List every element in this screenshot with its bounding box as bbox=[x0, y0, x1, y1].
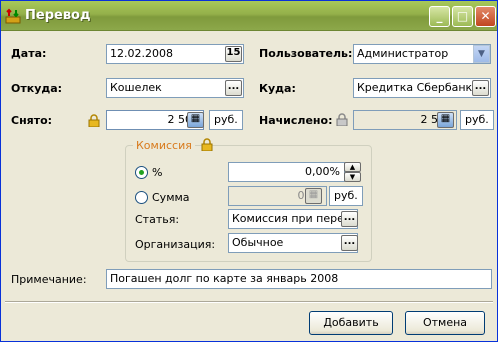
maximize-button[interactable]: □ bbox=[452, 6, 473, 27]
date-input[interactable]: 12.02.2008 bbox=[106, 44, 244, 64]
percent-input[interactable]: 0,00% bbox=[228, 162, 345, 182]
org-input[interactable]: Обычное bbox=[228, 233, 358, 253]
percent-radio[interactable] bbox=[135, 166, 148, 179]
user-label: Пользователь: bbox=[259, 47, 353, 60]
chevron-down-icon[interactable]: ▼ bbox=[473, 45, 490, 63]
window-title: Перевод bbox=[25, 8, 91, 23]
to-label: Куда: bbox=[259, 82, 296, 95]
commission-title: Комиссия bbox=[133, 139, 195, 152]
note-value: Погашен долг по карте за январь 2008 bbox=[110, 272, 339, 285]
lock-icon bbox=[88, 114, 100, 127]
date-value: 12.02.2008 bbox=[110, 47, 173, 60]
user-value: Администратор bbox=[357, 47, 449, 60]
transfer-icon bbox=[5, 8, 21, 24]
spin-down-icon[interactable]: ▼ bbox=[344, 172, 361, 182]
lock-icon[interactable] bbox=[336, 113, 348, 126]
percent-value: 0,00% bbox=[305, 165, 340, 178]
to-input[interactable]: Кредитка Сбербанка bbox=[353, 78, 491, 98]
sum-radio[interactable] bbox=[135, 191, 148, 204]
credited-label: Начислено: bbox=[259, 114, 333, 127]
article-label: Статья: bbox=[135, 213, 180, 226]
note-input[interactable]: Погашен долг по карте за январь 2008 bbox=[106, 269, 492, 289]
withdrawn-unit: руб. bbox=[209, 110, 243, 130]
date-label: Дата: bbox=[11, 47, 47, 60]
title-bar[interactable]: Перевод _ □ ✕ bbox=[1, 1, 497, 31]
withdrawn-label: Снято: bbox=[11, 114, 53, 127]
percent-radio-dot bbox=[139, 170, 144, 175]
calculator-icon: ▦ bbox=[305, 188, 322, 204]
credited-unit: руб. bbox=[460, 110, 494, 130]
user-select[interactable]: Администратор bbox=[353, 44, 491, 64]
org-value: Обычное bbox=[232, 236, 284, 249]
org-label: Организация: bbox=[135, 238, 216, 251]
from-label: Откуда: bbox=[11, 82, 63, 95]
sum-label: Сумма bbox=[152, 191, 190, 204]
add-button[interactable]: Добавить bbox=[309, 311, 393, 335]
article-input[interactable]: Комиссия при перевод bbox=[228, 209, 358, 229]
cancel-button[interactable]: Отмена bbox=[405, 311, 485, 335]
close-button[interactable]: ✕ bbox=[475, 6, 496, 27]
from-value: Кошелек bbox=[110, 81, 162, 94]
from-browse-button[interactable]: ... bbox=[225, 80, 242, 96]
calculator-icon[interactable]: ▦ bbox=[437, 112, 454, 128]
to-value: Кредитка Сбербанка bbox=[357, 81, 479, 94]
bottom-separator bbox=[5, 301, 493, 303]
transfer-dialog: Перевод _ □ ✕ Дата: 12.02.2008 15 Пользо… bbox=[0, 0, 498, 342]
calculator-icon[interactable]: ▦ bbox=[187, 112, 204, 128]
calendar-icon[interactable]: 15 bbox=[225, 46, 242, 62]
article-value: Комиссия при перевод bbox=[232, 212, 358, 225]
to-browse-button[interactable]: ... bbox=[472, 80, 489, 96]
from-input[interactable]: Кошелек bbox=[106, 78, 244, 98]
sum-unit: руб. bbox=[329, 186, 363, 206]
note-label: Примечание: bbox=[11, 273, 87, 286]
spin-up-icon[interactable]: ▲ bbox=[344, 162, 361, 172]
lock-icon bbox=[201, 138, 213, 151]
minimize-button[interactable]: _ bbox=[429, 6, 450, 27]
org-browse-button[interactable]: ... bbox=[341, 235, 358, 251]
percent-label: % bbox=[152, 166, 163, 179]
article-browse-button[interactable]: ... bbox=[341, 211, 358, 227]
